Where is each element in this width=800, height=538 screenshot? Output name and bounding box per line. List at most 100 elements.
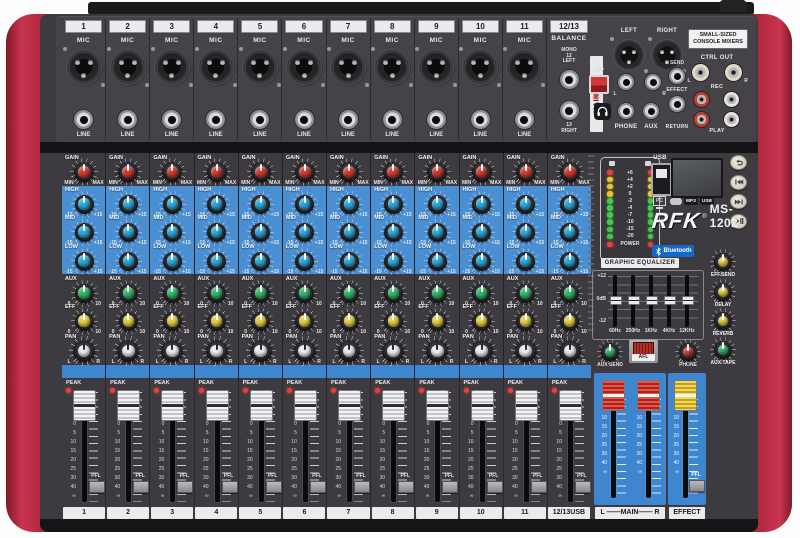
phantom-power-switch[interactable] [589,75,609,94]
aux-knob[interactable] [516,284,535,303]
aux-tape-knob[interactable] [714,341,732,359]
afl-button[interactable]: AFL [629,339,658,363]
pfl-button[interactable] [531,481,547,493]
mid-knob[interactable] [207,223,226,242]
pfl-button[interactable] [354,481,370,493]
pfl-button[interactable] [89,481,105,493]
eff-knob[interactable] [340,312,359,331]
mid-knob[interactable] [119,223,138,242]
high-knob[interactable] [207,195,226,214]
channel-fader-handle[interactable] [426,390,449,421]
high-knob[interactable] [75,195,94,214]
high-knob[interactable] [516,195,535,214]
aux-knob[interactable] [75,284,94,303]
mid-knob[interactable] [75,223,94,242]
aux-knob[interactable] [251,284,270,303]
low-knob[interactable] [560,252,579,271]
geq-band-handle[interactable] [664,296,676,305]
low-knob[interactable] [295,252,314,271]
eff-knob[interactable] [163,312,182,331]
channel-fader-handle[interactable] [294,390,317,421]
eff-knob[interactable] [207,312,226,331]
aux-knob[interactable] [119,284,138,303]
high-knob[interactable] [560,195,579,214]
fader-handle[interactable] [674,380,697,411]
phone-knob[interactable] [679,343,697,361]
mid-knob[interactable] [560,223,579,242]
high-knob[interactable] [163,195,182,214]
high-knob[interactable] [472,195,491,214]
gain-knob[interactable] [162,162,182,182]
gain-knob[interactable] [118,162,138,182]
aux-knob[interactable] [472,284,491,303]
aux-knob[interactable] [384,284,403,303]
power-switch[interactable] [720,0,746,12]
low-knob[interactable] [516,252,535,271]
low-knob[interactable] [472,252,491,271]
high-knob[interactable] [295,195,314,214]
prev-track-button[interactable] [730,175,747,190]
pfl-button[interactable] [310,481,326,493]
mid-knob[interactable] [384,223,403,242]
pfl-button[interactable] [398,481,414,493]
aux-knob[interactable] [163,284,182,303]
low-knob[interactable] [251,252,270,271]
delay-knob[interactable] [714,283,732,301]
channel-fader-handle[interactable] [161,390,184,421]
channel-fader-handle[interactable] [117,390,140,421]
eff-knob[interactable] [295,312,314,331]
mid-knob[interactable] [340,223,359,242]
eff-knob[interactable] [75,312,94,331]
channel-fader-handle[interactable] [73,390,96,421]
high-knob[interactable] [384,195,403,214]
mid-knob[interactable] [428,223,447,242]
low-knob[interactable] [340,252,359,271]
channel-fader-handle[interactable] [206,390,229,421]
gain-knob[interactable] [560,162,580,182]
aux-knob[interactable] [207,284,226,303]
low-knob[interactable] [207,252,226,271]
eff-knob[interactable] [428,312,447,331]
high-knob[interactable] [428,195,447,214]
channel-fader-handle[interactable] [559,390,582,421]
high-knob[interactable] [340,195,359,214]
low-knob[interactable] [163,252,182,271]
eff-send-knob[interactable] [714,253,732,271]
aux-send-knob[interactable] [601,343,619,361]
pfl-button[interactable] [689,480,705,492]
pfl-button[interactable] [575,481,591,493]
gain-knob[interactable] [516,162,536,182]
low-knob[interactable] [384,252,403,271]
low-knob[interactable] [119,252,138,271]
repeat-button[interactable] [730,155,747,170]
eff-knob[interactable] [516,312,535,331]
eff-knob[interactable] [251,312,270,331]
aux-knob[interactable] [428,284,447,303]
channel-fader-handle[interactable] [515,390,538,421]
aux-knob[interactable] [340,284,359,303]
mid-knob[interactable] [472,223,491,242]
fader-handle[interactable] [602,380,625,411]
geq-band-handle[interactable] [682,296,694,305]
gain-knob[interactable] [472,162,492,182]
eff-knob[interactable] [384,312,403,331]
high-knob[interactable] [119,195,138,214]
gain-knob[interactable] [339,162,359,182]
gain-knob[interactable] [251,162,271,182]
low-knob[interactable] [428,252,447,271]
geq-band-handle[interactable] [646,296,658,305]
low-knob[interactable] [75,252,94,271]
channel-fader-handle[interactable] [471,390,494,421]
mid-knob[interactable] [163,223,182,242]
eff-knob[interactable] [119,312,138,331]
geq-band-handle[interactable] [610,296,622,305]
high-knob[interactable] [251,195,270,214]
mid-knob[interactable] [516,223,535,242]
channel-fader-handle[interactable] [382,390,405,421]
pfl-button[interactable] [177,481,193,493]
gain-knob[interactable] [295,162,315,182]
pfl-button[interactable] [487,481,503,493]
geq-band-handle[interactable] [628,296,640,305]
pfl-button[interactable] [442,481,458,493]
mid-knob[interactable] [251,223,270,242]
